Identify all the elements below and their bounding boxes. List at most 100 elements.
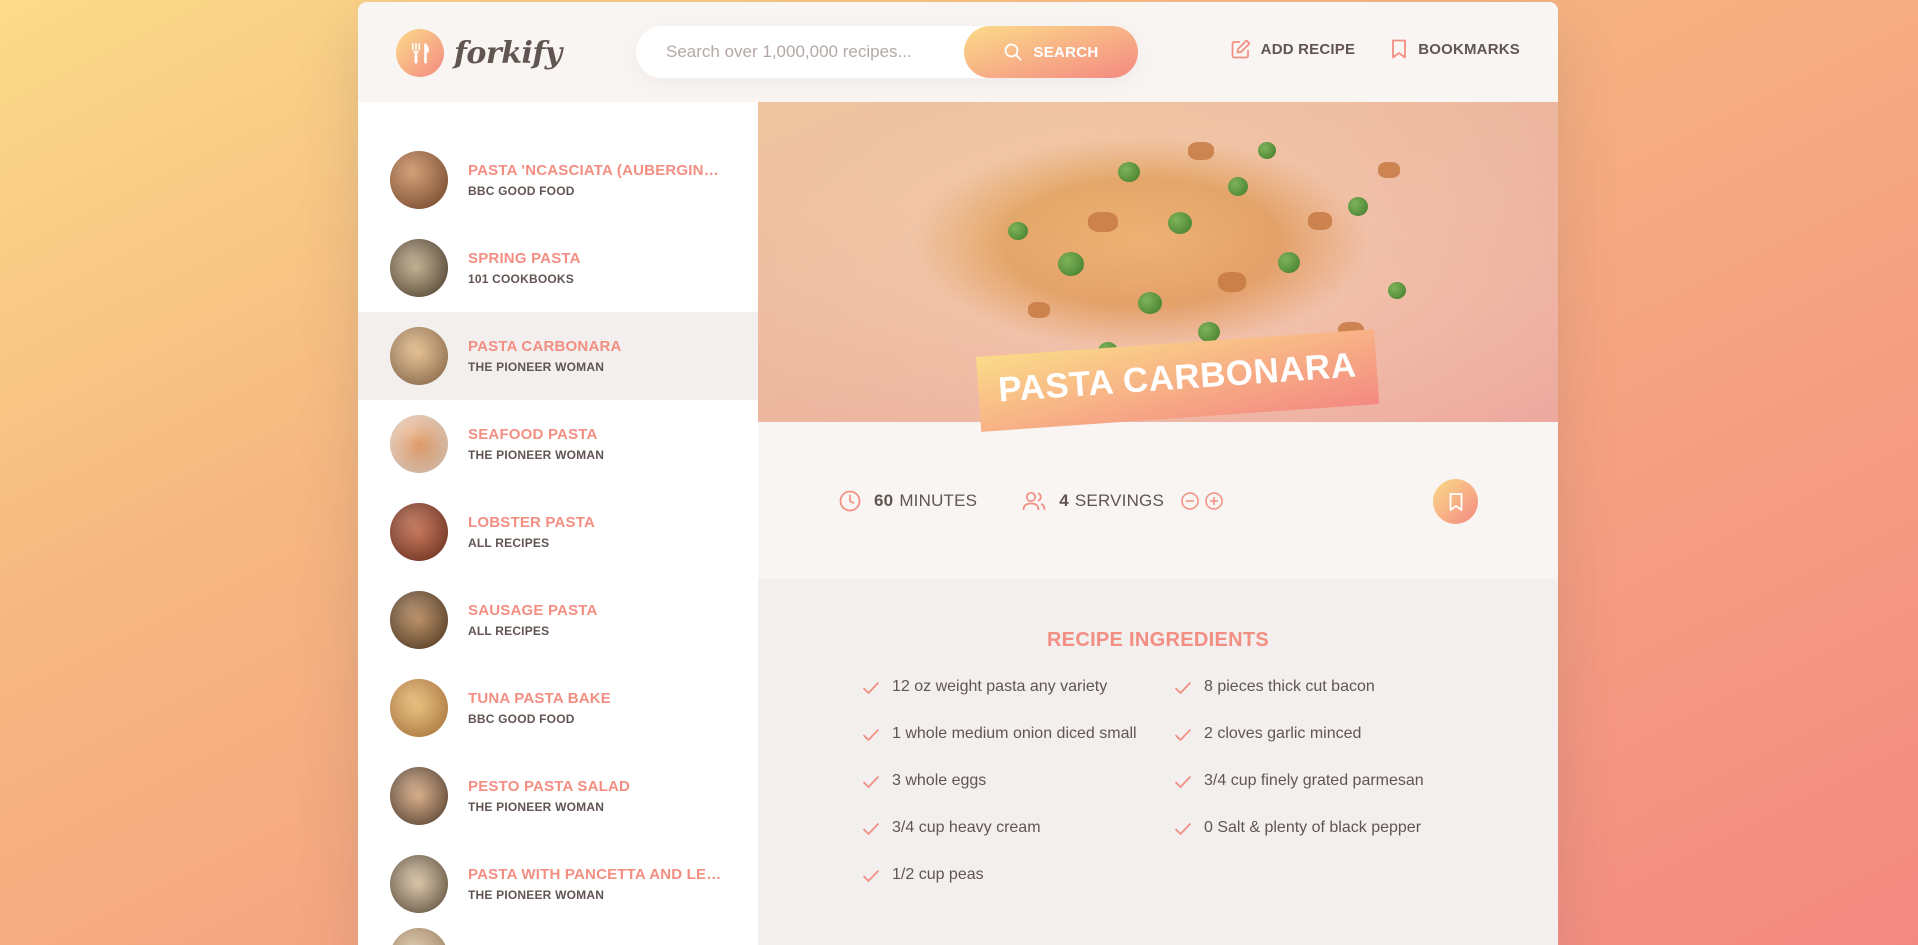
ingredient-item: 3/4 cup finely grated parmesan (1174, 770, 1486, 817)
result-publisher: THE PIONEER WOMAN (468, 448, 605, 462)
check-icon (1175, 823, 1191, 835)
servings: 4 SERVINGS (1021, 489, 1224, 513)
recipe-details: 60 MINUTES 4 SERVINGS (758, 422, 1558, 579)
cooking-time: 60 MINUTES (838, 489, 977, 513)
result-item[interactable] (358, 928, 758, 945)
recipe-thumbnail (390, 767, 448, 825)
ingredient-list: 12 oz weight pasta any variety 8 pieces … (862, 676, 1558, 911)
recipe-thumbnail (390, 151, 448, 209)
result-title: SAUSAGE PASTA (468, 602, 598, 619)
bookmark-icon (1392, 39, 1407, 59)
result-title: TUNA PASTA BAKE (468, 690, 611, 707)
result-item[interactable]: LOBSTER PASTA ALL RECIPES (358, 488, 758, 576)
recipe-thumbnail (390, 415, 448, 473)
bookmark-icon (1449, 492, 1462, 511)
result-title: PASTA 'NCASCIATA (AUBERGINE ... (468, 162, 728, 179)
ingredient-item: 0 Salt & plenty of black pepper (1174, 817, 1486, 864)
result-title: PASTA CARBONARA (468, 338, 622, 355)
edit-icon (1231, 39, 1251, 59)
search-input[interactable] (666, 42, 986, 62)
servings-value: 4 (1059, 490, 1069, 510)
result-publisher: BBC GOOD FOOD (468, 712, 575, 726)
recipe-thumbnail (390, 928, 448, 945)
result-item-active[interactable]: PASTA CARBONARA THE PIONEER WOMAN (358, 312, 758, 400)
decrease-servings-button[interactable] (1180, 491, 1200, 511)
ingredient-item: 8 pieces thick cut bacon (1174, 676, 1486, 723)
result-title: SEAFOOD PASTA (468, 426, 598, 443)
check-icon (863, 823, 879, 835)
search-button-label: SEARCH (1033, 43, 1099, 61)
ingredient-text: 2 cloves garlic minced (1204, 725, 1362, 742)
ingredient-item: 12 oz weight pasta any variety (862, 676, 1174, 723)
recipe-thumbnail (390, 679, 448, 737)
result-publisher: 101 COOKBOOKS (468, 272, 574, 286)
ingredient-item: 2 cloves garlic minced (1174, 723, 1486, 770)
ingredient-text: 0 Salt & plenty of black pepper (1204, 819, 1422, 836)
logo[interactable]: forkify (396, 29, 562, 77)
recipe-thumbnail (390, 239, 448, 297)
search-results: PASTA 'NCASCIATA (AUBERGINE ... BBC GOOD… (358, 102, 758, 945)
check-icon (1175, 776, 1191, 788)
increase-servings-button[interactable] (1204, 491, 1224, 511)
result-publisher: BBC GOOD FOOD (468, 184, 575, 198)
result-title: PESTO PASTA SALAD (468, 778, 631, 795)
check-icon (863, 776, 879, 788)
result-item[interactable]: SEAFOOD PASTA THE PIONEER WOMAN (358, 400, 758, 488)
result-publisher: THE PIONEER WOMAN (468, 360, 605, 374)
result-publisher: ALL RECIPES (468, 624, 550, 638)
app-container: forkify SEARCH ADD RECIPE (358, 2, 1558, 945)
ingredient-text: 1 whole medium onion diced small (892, 725, 1137, 742)
search-bar: SEARCH (636, 26, 1138, 78)
bookmarks-button[interactable]: BOOKMARKS (1389, 38, 1520, 60)
bookmark-recipe-button[interactable] (1433, 479, 1478, 524)
servings-controls (1180, 491, 1224, 511)
ingredient-text: 1/2 cup peas (892, 866, 984, 883)
check-icon (863, 870, 879, 882)
result-item[interactable]: TUNA PASTA BAKE BBC GOOD FOOD (358, 664, 758, 752)
users-icon (1022, 491, 1046, 510)
ingredients-heading: RECIPE INGREDIENTS (1046, 629, 1270, 651)
ingredient-text: 3/4 cup heavy cream (892, 819, 1041, 836)
fork-knife-icon (396, 29, 444, 77)
minutes-value: 60 (874, 490, 894, 510)
result-item[interactable]: PESTO PASTA SALAD THE PIONEER WOMAN (358, 752, 758, 840)
check-icon (863, 729, 879, 741)
logo-text: forkify (454, 35, 562, 71)
recipe-thumbnail (390, 503, 448, 561)
result-item[interactable]: PASTA WITH PANCETTA AND LEE... THE PIONE… (358, 840, 758, 928)
servings-label: SERVINGS (1074, 490, 1165, 510)
result-publisher: THE PIONEER WOMAN (468, 800, 605, 814)
minus-circle-icon (1181, 491, 1199, 510)
ingredient-text: 3 whole eggs (892, 772, 987, 789)
ingredient-text: 12 oz weight pasta any variety (892, 678, 1108, 695)
check-icon (1175, 682, 1191, 694)
ingredient-item: 3 whole eggs (862, 770, 1174, 817)
ingredient-item: 1 whole medium onion diced small (862, 723, 1174, 770)
header: forkify SEARCH ADD RECIPE (358, 2, 1558, 102)
result-title: LOBSTER PASTA (468, 514, 596, 531)
minutes-label: MINUTES (899, 490, 978, 510)
ingredient-text: 8 pieces thick cut bacon (1204, 678, 1375, 695)
clock-icon (839, 490, 861, 511)
ingredient-item: 1/2 cup peas (862, 864, 1174, 911)
recipe-image: PASTA CARBONARA (758, 102, 1558, 432)
add-recipe-button[interactable]: ADD RECIPE (1230, 38, 1356, 60)
result-item[interactable]: PASTA 'NCASCIATA (AUBERGINE ... BBC GOOD… (358, 136, 758, 224)
recipe-view: PASTA CARBONARA 60 MINUTES 4 SERVINGS RE… (758, 102, 1558, 945)
result-title: SPRING PASTA (468, 250, 581, 267)
result-publisher: ALL RECIPES (468, 536, 550, 550)
search-icon (1005, 43, 1022, 61)
recipe-thumbnail (390, 591, 448, 649)
result-title: PASTA WITH PANCETTA AND LEE... (468, 866, 728, 883)
recipe-thumbnail (390, 327, 448, 385)
search-button[interactable]: SEARCH (964, 26, 1138, 78)
result-item[interactable]: SAUSAGE PASTA ALL RECIPES (358, 576, 758, 664)
bookmarks-label: BOOKMARKS (1418, 40, 1520, 58)
ingredient-item: 3/4 cup heavy cream (862, 817, 1174, 864)
result-publisher: THE PIONEER WOMAN (468, 888, 605, 902)
check-icon (1175, 729, 1191, 741)
plus-circle-icon (1205, 491, 1223, 510)
main-nav: ADD RECIPE BOOKMARKS (1230, 38, 1520, 60)
result-item[interactable]: SPRING PASTA 101 COOKBOOKS (358, 224, 758, 312)
ingredient-text: 3/4 cup finely grated parmesan (1204, 772, 1424, 789)
